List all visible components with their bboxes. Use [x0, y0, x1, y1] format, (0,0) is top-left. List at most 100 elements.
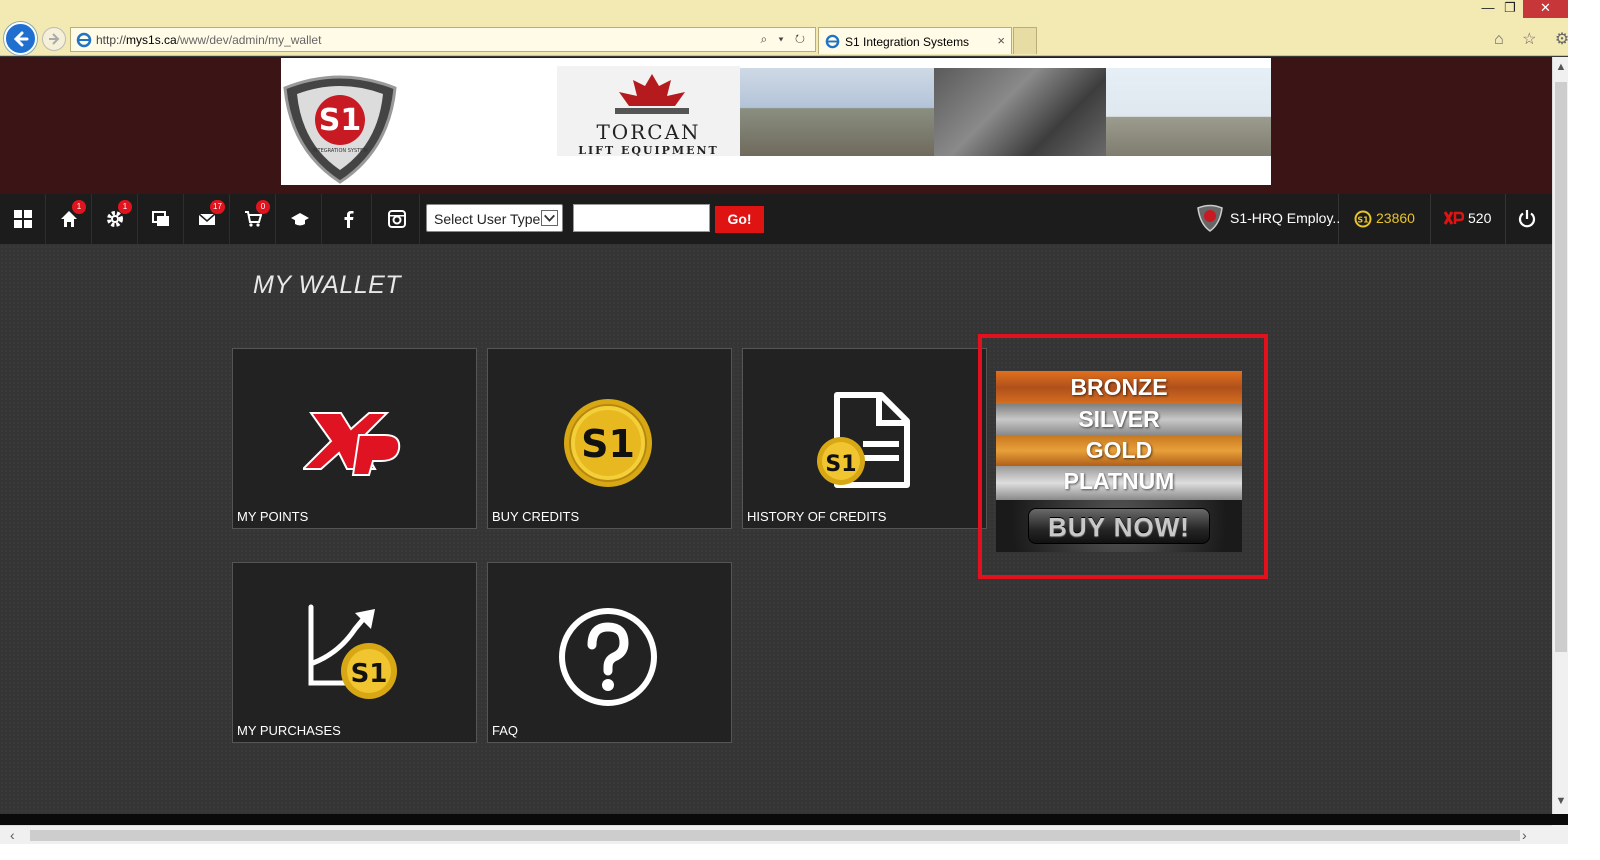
tile-faq[interactable]: FAQ — [487, 562, 732, 743]
scroll-up-icon[interactable]: ▲ — [1553, 61, 1569, 77]
instagram-icon — [388, 210, 406, 228]
nav-home[interactable]: 1 — [46, 194, 92, 244]
new-tab-button[interactable] — [1013, 27, 1037, 54]
question-icon — [559, 608, 657, 706]
window-margin — [1568, 0, 1600, 860]
chart-coin-icon: S1 — [308, 604, 397, 699]
nav-mail[interactable]: 17 — [184, 194, 230, 244]
vertical-scroll-thumb[interactable] — [1555, 82, 1567, 652]
banner-photo-boom-lift — [934, 68, 1106, 156]
scroll-left-icon[interactable]: ‹ — [10, 827, 15, 843]
svg-text:S1: S1 — [825, 452, 856, 477]
power-icon[interactable] — [1517, 209, 1537, 229]
address-bar[interactable]: http://mys1s.ca/www/dev/admin/my_wallet … — [70, 27, 816, 52]
partner-name: TORCAN — [596, 120, 701, 144]
tile-label: MY PURCHASES — [237, 723, 341, 738]
arrow-left-icon — [13, 31, 29, 47]
credits-value: 23860 — [1376, 210, 1415, 226]
s1-shield-logo: S1 INTEGRATION SYSTEM — [283, 75, 397, 184]
nav-chat[interactable] — [138, 194, 184, 244]
s1-coin-icon: S1 — [1354, 210, 1372, 228]
go-button[interactable]: Go! — [715, 206, 764, 233]
scroll-right-icon[interactable]: › — [1522, 827, 1527, 843]
back-button[interactable] — [4, 22, 37, 55]
tier-bronze: BRONZE — [996, 371, 1242, 404]
maple-leaf-icon — [615, 74, 689, 114]
main-navbar: 1 1 17 0 Select User Type Go! S1-HRQ Emp… — [0, 194, 1552, 244]
page-content: S1 INTEGRATION SYSTEM TORCAN LIFT EQUIPM… — [0, 57, 1552, 814]
home-badge: 1 — [72, 200, 86, 214]
partner-subtitle: LIFT EQUIPMENT — [578, 144, 719, 157]
vertical-scrollbar[interactable]: ▲ ▼ — [1552, 57, 1568, 814]
page-title: MY WALLET — [253, 271, 402, 299]
tile-my-points[interactable]: MY POINTS — [232, 348, 477, 529]
close-window-button[interactable]: ✕ — [1523, 0, 1568, 18]
cart-badge: 0 — [256, 200, 270, 214]
tile-label: BUY CREDITS — [492, 509, 580, 524]
s1-coin-icon: S1 — [564, 399, 652, 487]
tab-close-icon[interactable]: × — [997, 33, 1005, 48]
browser-toolbar: http://mys1s.ca/www/dev/admin/my_wallet … — [0, 0, 1600, 56]
tile-my-purchases[interactable]: S1 MY PURCHASES — [232, 562, 477, 743]
tile-label: HISTORY OF CREDITS — [747, 509, 887, 524]
document-coin-icon: S1 — [817, 392, 910, 488]
chat-icon — [152, 211, 169, 226]
browser-tab[interactable]: S1 Integration Systems × — [818, 27, 1012, 54]
banner-photo-telehandler — [740, 68, 934, 156]
credits-balance[interactable]: S1 23860 — [1340, 194, 1431, 244]
tile-label: MY POINTS — [237, 509, 309, 524]
url-text: http://mys1s.ca/www/dev/admin/my_wallet — [96, 33, 322, 47]
horizontal-scroll-thumb[interactable] — [30, 830, 1520, 841]
scroll-down-icon[interactable]: ▼ — [1553, 795, 1569, 811]
search-input[interactable] — [573, 204, 710, 232]
user-type-select-value: Select User Type — [434, 211, 541, 227]
buy-now-area: BUY NOW! — [996, 500, 1242, 552]
tier-gold: GOLD — [996, 435, 1242, 466]
tile-label: FAQ — [492, 723, 519, 738]
banner-photo-scissor-lifts — [1106, 68, 1271, 156]
ie-logo-icon — [825, 34, 840, 49]
svg-text:S1: S1 — [1357, 216, 1369, 225]
xp-balance[interactable]: 520 — [1432, 194, 1506, 244]
page-footer-strip — [0, 814, 1568, 825]
tile-buy-credits[interactable]: S1 BUY CREDITS — [487, 348, 732, 529]
nav-cart[interactable]: 0 — [230, 194, 276, 244]
s1-shield-avatar-icon — [1197, 204, 1223, 232]
nav-settings[interactable]: 1 — [92, 194, 138, 244]
scroll-corner — [1552, 825, 1568, 844]
grid-icon — [14, 210, 32, 228]
horizontal-scrollbar[interactable]: ‹ › — [0, 825, 1552, 844]
facebook-icon — [344, 211, 354, 228]
xp-value: 520 — [1468, 210, 1492, 226]
chevron-down-icon — [541, 210, 558, 226]
minimize-button[interactable]: — — [1478, 0, 1498, 18]
settings-badge: 1 — [118, 200, 132, 214]
user-type-select[interactable]: Select User Type — [426, 204, 563, 232]
address-tools[interactable]: ⌕ ▾ ↻ — [760, 32, 809, 47]
xp-logo-icon — [303, 412, 401, 476]
tile-history-of-credits[interactable]: S1 HISTORY OF CREDITS — [742, 348, 987, 529]
buy-now-button[interactable]: BUY NOW! — [1028, 508, 1210, 544]
tab-title: S1 Integration Systems — [845, 35, 970, 49]
mail-badge: 17 — [210, 200, 225, 214]
svg-text:S1: S1 — [581, 422, 635, 466]
graduation-icon — [291, 213, 309, 226]
ie-logo-icon — [76, 32, 92, 48]
maximize-button[interactable]: ❐ — [1500, 0, 1520, 18]
nav-education[interactable] — [276, 194, 322, 244]
forward-button[interactable] — [42, 27, 66, 51]
tier-platinum: PLATNUM — [996, 466, 1242, 500]
banner: S1 INTEGRATION SYSTEM TORCAN LIFT EQUIPM… — [281, 58, 1271, 185]
user-profile[interactable]: S1-HRQ Employ.. — [1187, 194, 1340, 244]
membership-promo-banner[interactable]: BRONZE SILVER GOLD PLATNUM BUY NOW! — [996, 371, 1242, 552]
svg-text:S1: S1 — [351, 659, 388, 689]
window-bottom-margin — [0, 844, 1568, 860]
nav-instagram[interactable] — [374, 194, 420, 244]
nav-facebook[interactable] — [326, 194, 372, 244]
browser-right-icons[interactable]: ⌂ ☆ ⚙ — [1494, 29, 1576, 49]
logo-text: S1 — [319, 103, 361, 138]
tier-silver: SILVER — [996, 404, 1242, 435]
banner-background: S1 INTEGRATION SYSTEM TORCAN LIFT EQUIPM… — [0, 57, 1552, 194]
logo-subtext: INTEGRATION SYSTEM — [312, 148, 367, 154]
nav-grid[interactable] — [0, 194, 46, 244]
